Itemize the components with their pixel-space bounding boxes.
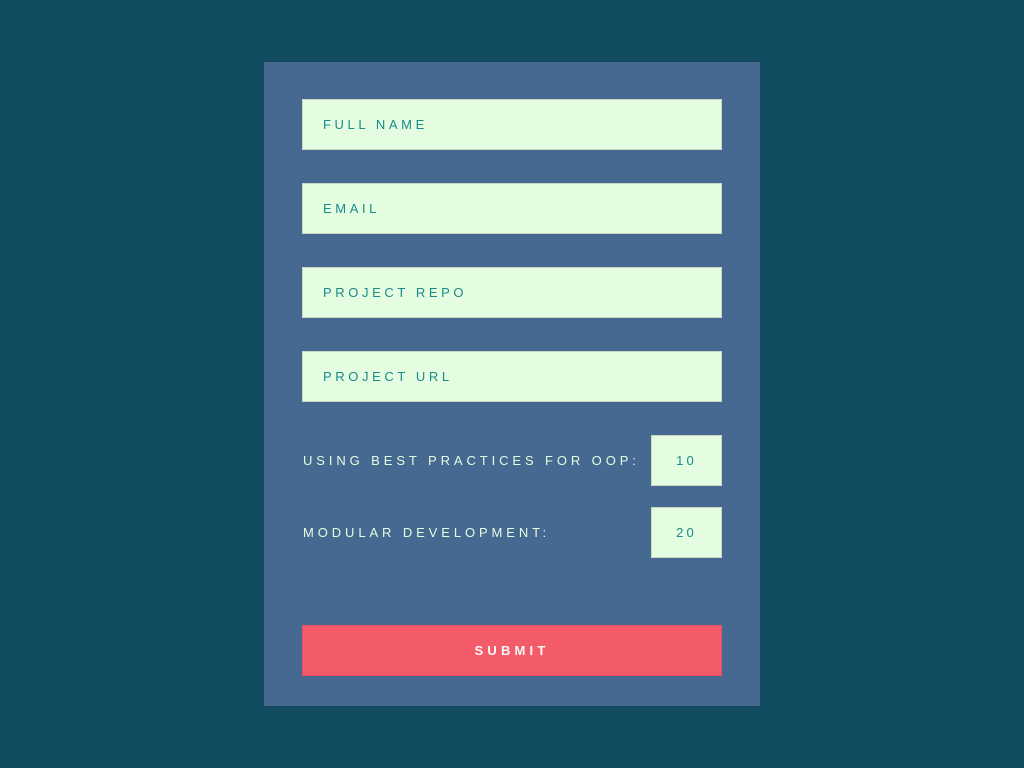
email-input[interactable]: [302, 183, 722, 234]
full-name-input[interactable]: [302, 99, 722, 150]
modular-development-label: MODULAR DEVELOPMENT:: [303, 525, 551, 540]
best-practices-oop-label: USING BEST PRACTICES FOR OOP:: [303, 453, 640, 468]
project-form-card: USING BEST PRACTICES FOR OOP: MODULAR DE…: [264, 62, 760, 706]
project-repo-input[interactable]: [302, 267, 722, 318]
modular-development-score-input[interactable]: [651, 507, 722, 558]
best-practices-oop-score-input[interactable]: [651, 435, 722, 486]
submit-button[interactable]: SUBMIT: [302, 625, 722, 676]
project-url-input[interactable]: [302, 351, 722, 402]
